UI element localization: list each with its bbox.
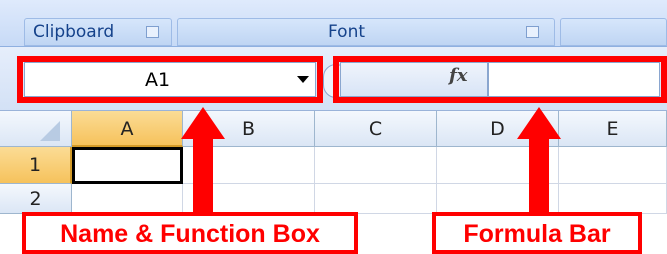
name-box-arrow-shaft: [193, 138, 213, 216]
name-box-callout: Name & Function Box: [22, 212, 358, 254]
row-header-label: 2: [29, 188, 42, 210]
clipboard-group-label: Clipboard: [33, 22, 115, 42]
select-all-button[interactable]: [0, 111, 72, 147]
row-header-label: 1: [28, 154, 42, 176]
cell-c2[interactable]: [315, 184, 437, 214]
select-all-icon: [40, 121, 60, 141]
column-header-label: A: [120, 118, 134, 140]
cell-e1[interactable]: [559, 147, 667, 184]
formula-bar-callout-text: Formula Bar: [463, 220, 611, 248]
name-box-arrow-head: [181, 107, 225, 139]
column-header-label: B: [241, 118, 256, 140]
formula-bar-arrow-head: [517, 107, 561, 139]
formula-bar-callout: Formula Bar: [432, 212, 642, 254]
ribbon-group-font[interactable]: Font: [177, 18, 555, 46]
name-box-highlight: [17, 56, 323, 103]
cell-c1[interactable]: [315, 147, 437, 184]
formula-bar-arrow-shaft: [529, 138, 549, 216]
formula-bar-highlight: [333, 56, 667, 103]
cell-a2[interactable]: [72, 184, 183, 214]
font-group-label: Font: [328, 22, 366, 42]
column-header-label: E: [606, 118, 619, 140]
clipboard-dialog-launcher-icon[interactable]: [146, 26, 159, 38]
row-header-1[interactable]: 1: [0, 147, 72, 184]
column-header-e[interactable]: E: [559, 111, 667, 147]
ribbon: Clipboard Font: [0, 0, 667, 47]
ribbon-group-clipboard[interactable]: Clipboard: [24, 18, 172, 46]
font-dialog-launcher-icon[interactable]: [526, 26, 539, 38]
cell-e2[interactable]: [559, 184, 667, 214]
column-header-label: D: [490, 118, 505, 140]
column-header-label: C: [368, 118, 383, 140]
name-box-callout-text: Name & Function Box: [60, 220, 320, 248]
ribbon-group-next: [560, 18, 667, 46]
cell-a1-active[interactable]: [72, 147, 183, 184]
column-header-a[interactable]: A: [72, 111, 183, 147]
column-header-c[interactable]: C: [315, 111, 437, 147]
row-header-2[interactable]: 2: [0, 184, 72, 214]
